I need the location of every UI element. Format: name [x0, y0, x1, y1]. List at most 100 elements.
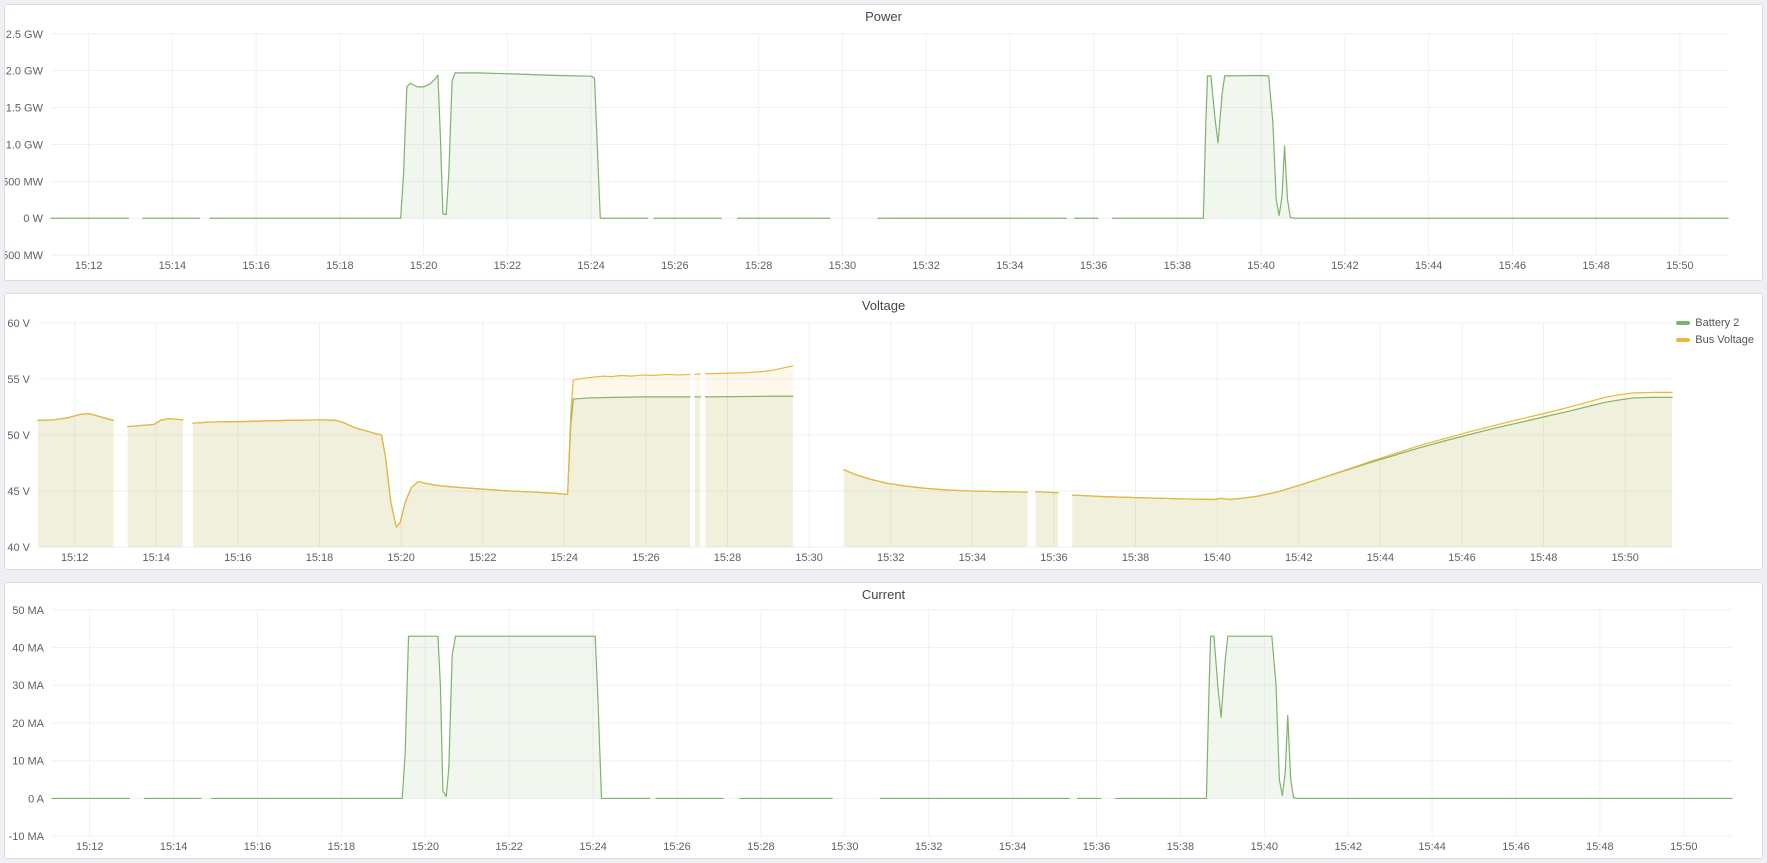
y-tick-label: 30 MA	[12, 680, 44, 692]
y-tick-label: -10 MA	[9, 831, 45, 843]
x-tick-label: 15:42	[1334, 841, 1361, 853]
voltage-chart-svg[interactable]: 60 V55 V50 V45 V40 V15:1215:1415:1615:18…	[5, 294, 1762, 569]
x-tick-label: 15:26	[663, 841, 690, 853]
y-tick-label: 40 MA	[12, 643, 44, 655]
bus-voltage-area	[38, 414, 114, 548]
x-tick-label: 15:38	[1167, 841, 1194, 853]
bus-voltage-area	[193, 374, 690, 547]
x-tick-label: 15:34	[999, 841, 1026, 853]
x-tick-label: 15:38	[1122, 552, 1149, 564]
voltage-panel-title[interactable]: Voltage	[5, 294, 1762, 316]
y-tick-label: 2.5 GW	[6, 29, 44, 41]
x-tick-label: 15:34	[959, 552, 986, 564]
x-tick-label: 15:14	[143, 552, 170, 564]
x-tick-label: 15:12	[61, 552, 88, 564]
x-tick-label: 15:14	[160, 841, 187, 853]
x-tick-label: 15:50	[1611, 552, 1638, 564]
x-tick-label: 15:48	[1582, 260, 1609, 272]
bus-voltage-area	[128, 419, 183, 547]
y-tick-label: 2.0 GW	[6, 66, 44, 78]
current-panel-title[interactable]: Current	[5, 583, 1762, 605]
dashboard: Power 2.5 GW2.0 GW1.5 GW1.0 GW500 MW0 W-…	[0, 0, 1767, 863]
y-tick-label: 500 MW	[5, 176, 44, 188]
power-panel: Power 2.5 GW2.0 GW1.5 GW1.0 GW500 MW0 W-…	[4, 4, 1763, 281]
x-tick-label: 15:22	[469, 552, 496, 564]
x-tick-label: 15:18	[326, 260, 353, 272]
bus-voltage-area	[1036, 492, 1058, 547]
x-tick-label: 15:42	[1331, 260, 1358, 272]
x-tick-label: 15:32	[915, 841, 942, 853]
x-tick-label: 15:36	[1080, 260, 1107, 272]
x-tick-label: 15:14	[159, 260, 186, 272]
voltage-chart[interactable]: 60 V55 V50 V45 V40 V15:1215:1415:1615:18…	[5, 294, 1762, 569]
x-tick-label: 15:40	[1203, 552, 1230, 564]
x-tick-label: 15:48	[1586, 841, 1613, 853]
x-tick-label: 15:32	[912, 260, 939, 272]
panel-title-text: Power	[865, 9, 902, 24]
x-tick-label: 15:20	[412, 841, 439, 853]
y-tick-label: 55 V	[7, 374, 30, 386]
x-tick-label: 15:50	[1670, 841, 1697, 853]
y-tick-label: 0 W	[23, 213, 43, 225]
x-tick-label: 15:16	[244, 841, 271, 853]
power-area	[210, 73, 648, 218]
x-tick-label: 15:38	[1164, 260, 1191, 272]
current-chart-svg[interactable]: 50 MA 40 MA 30 MA 20 MA 10 MA 0 A -10 MA 15:12 1…	[5, 583, 1762, 858]
y-tick-label: 50 MA	[12, 605, 44, 617]
x-tick-label: 15:12	[76, 841, 103, 853]
power-chart[interactable]: 2.5 GW2.0 GW1.5 GW1.0 GW500 MW0 W-500 MW…	[5, 5, 1762, 280]
x-tick-label: 15:46	[1448, 552, 1475, 564]
power-chart-svg[interactable]: 2.5 GW2.0 GW1.5 GW1.0 GW500 MW0 W-500 MW…	[5, 5, 1762, 280]
y-tick-label: 0 A	[28, 793, 45, 805]
x-tick-label: 15:36	[1083, 841, 1110, 853]
power-panel-title[interactable]: Power	[5, 5, 1762, 27]
x-tick-label: 15:26	[632, 552, 659, 564]
x-tick-label: 15:22	[494, 260, 521, 272]
y-tick-label: -500 MW	[5, 250, 44, 262]
x-tick-label: 15:18	[328, 841, 355, 853]
bus-voltage-area	[706, 366, 793, 547]
x-tick-label: 15:44	[1367, 552, 1394, 564]
x-tick-label: 15:24	[579, 841, 606, 853]
x-tick-label: 15:24	[551, 552, 578, 564]
x-tick-label: 15:18	[306, 552, 333, 564]
legend-item-battery-2[interactable]: Battery 2	[1676, 316, 1754, 330]
x-tick-label: 15:42	[1285, 552, 1312, 564]
legend-label: Bus Voltage	[1695, 333, 1754, 347]
x-tick-label: 15:16	[224, 552, 251, 564]
x-tick-label: 15:20	[387, 552, 414, 564]
legend-item-bus-voltage[interactable]: Bus Voltage	[1676, 333, 1754, 347]
x-tick-label: 15:30	[829, 260, 856, 272]
x-tick-label: 15:30	[795, 552, 822, 564]
x-tick-label: 15:22	[495, 841, 522, 853]
current-chart[interactable]: 50 MA 40 MA 30 MA 20 MA 10 MA 0 A -10 MA 15:12 1…	[5, 583, 1762, 858]
panel-title-text: Current	[862, 587, 905, 602]
x-tick-label: 15:26	[661, 260, 688, 272]
y-tick-label: 40 V	[7, 542, 30, 554]
y-tick-label: 1.0 GW	[6, 139, 44, 151]
current-panel: Current 50 MA 40 MA 30 MA 20 MA 10 MA 0 A -10 …	[4, 582, 1763, 859]
x-tick-label: 15:46	[1502, 841, 1529, 853]
x-tick-label: 15:12	[75, 260, 102, 272]
y-tick-label: 10 MA	[12, 756, 44, 768]
x-tick-label: 15:40	[1251, 841, 1278, 853]
legend-swatch-icon	[1676, 338, 1690, 342]
x-tick-label: 15:46	[1499, 260, 1526, 272]
x-tick-label: 15:40	[1247, 260, 1274, 272]
y-tick-label: 20 MA	[12, 718, 44, 730]
bus-voltage-area	[1072, 392, 1672, 547]
panel-title-text: Voltage	[862, 298, 905, 313]
y-tick-label: 50 V	[7, 430, 30, 442]
current-area	[211, 636, 649, 798]
x-tick-label: 15:50	[1666, 260, 1693, 272]
voltage-legend: Battery 2 Bus Voltage	[1676, 316, 1754, 347]
x-tick-label: 15:44	[1418, 841, 1445, 853]
x-tick-label: 15:28	[714, 552, 741, 564]
bus-voltage-line	[695, 374, 700, 375]
x-tick-label: 15:16	[242, 260, 269, 272]
x-tick-label: 15:28	[745, 260, 772, 272]
y-tick-label: 60 V	[7, 318, 30, 330]
x-tick-label: 15:32	[877, 552, 904, 564]
x-tick-label: 15:48	[1530, 552, 1557, 564]
bus-voltage-area	[844, 470, 1028, 547]
